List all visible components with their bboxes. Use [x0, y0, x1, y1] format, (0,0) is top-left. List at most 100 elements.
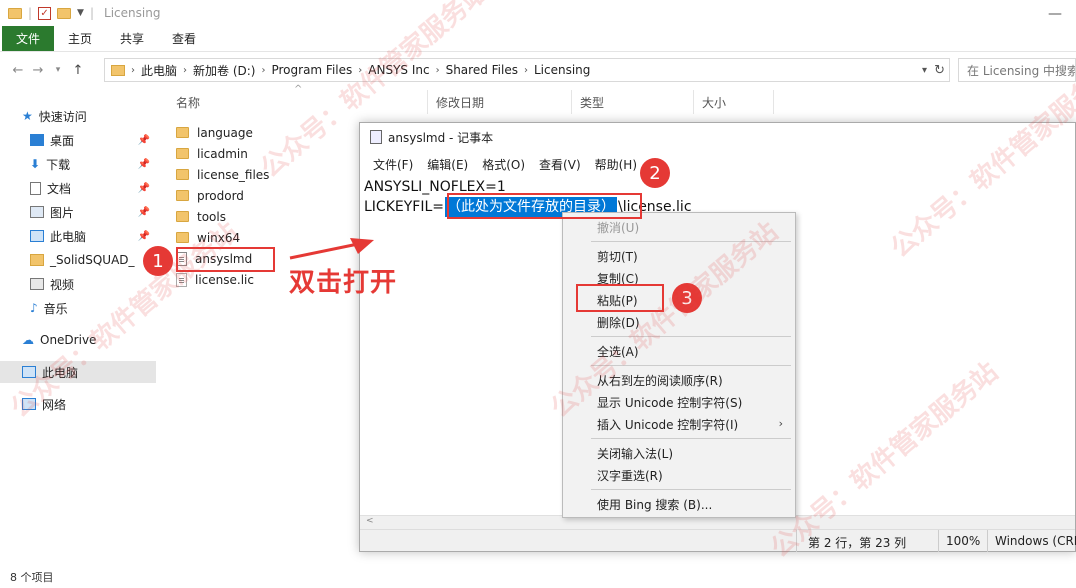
- pin-icon[interactable]: 📌: [138, 159, 150, 170]
- list-item[interactable]: license_files: [176, 164, 269, 185]
- nav-onedrive[interactable]: ☁ OneDrive: [22, 329, 156, 351]
- column-header-type[interactable]: 类型: [572, 90, 694, 114]
- minimize-icon[interactable]: —: [1048, 6, 1062, 22]
- column-header-date[interactable]: 修改日期: [428, 90, 572, 114]
- notepad-icon: [370, 130, 382, 144]
- chevron-right-icon[interactable]: ›: [131, 65, 135, 76]
- nav-downloads[interactable]: ⬇ 下载 📌: [30, 153, 156, 175]
- menu-item-close-ime[interactable]: 关闭输入法(L): [597, 443, 673, 463]
- breadcrumb-ansys-inc[interactable]: ANSYS Inc: [368, 63, 429, 77]
- list-item[interactable]: tools: [176, 206, 226, 227]
- notepad-status-bar: 第 2 行，第 23 列 100% Windows (CRLF): [360, 529, 1076, 552]
- nav-network[interactable]: 网络: [22, 393, 156, 415]
- breadcrumb-licensing[interactable]: Licensing: [534, 63, 590, 77]
- highlight-box-ansyslmd: [176, 247, 275, 272]
- breadcrumb-program-files[interactable]: Program Files: [271, 63, 352, 77]
- list-item[interactable]: winx64: [176, 227, 240, 248]
- menu-help[interactable]: 帮助(H): [588, 156, 644, 173]
- address-input[interactable]: › 此电脑 › 新加卷 (D:) › Program Files › ANSYS…: [104, 58, 950, 82]
- pin-icon[interactable]: 📌: [138, 183, 150, 194]
- picture-icon: [30, 206, 44, 218]
- desktop-icon: [30, 134, 44, 146]
- tab-view[interactable]: 查看: [158, 26, 210, 51]
- item-count: 8 个项目: [10, 571, 54, 584]
- breadcrumb-drive-d[interactable]: 新加卷 (D:): [193, 62, 255, 79]
- folder-icon: [8, 7, 22, 19]
- menu-separator: [591, 489, 791, 490]
- menu-item-reconversion[interactable]: 汉字重选(R): [597, 465, 663, 485]
- zoom-level: 100%: [946, 534, 981, 548]
- menu-item-cut[interactable]: 剪切(T): [597, 246, 638, 266]
- folder-icon: [176, 169, 189, 180]
- menu-separator: [591, 241, 791, 242]
- nav-music[interactable]: ♪ 音乐: [30, 297, 156, 319]
- chevron-right-icon[interactable]: ›: [183, 65, 187, 76]
- pin-icon[interactable]: 📌: [138, 135, 150, 146]
- menu-item-undo[interactable]: 撤消(U): [597, 217, 639, 237]
- refresh-icon[interactable]: ↻: [934, 63, 945, 78]
- list-item[interactable]: language: [176, 122, 253, 143]
- breadcrumb-this-pc[interactable]: 此电脑: [141, 62, 177, 79]
- folder-icon: [176, 148, 189, 159]
- divider: [987, 530, 988, 552]
- menu-item-select-all[interactable]: 全选(A): [597, 341, 639, 361]
- nav-solidsquad[interactable]: _SolidSQUAD_: [30, 249, 156, 271]
- cloud-icon: ☁: [22, 333, 34, 347]
- nav-videos[interactable]: 视频: [30, 273, 156, 295]
- recent-dropdown-icon[interactable]: ▾: [48, 65, 68, 75]
- ribbon: 文件 主页 共享 查看: [0, 26, 1076, 52]
- menu-item-insert-unicode[interactable]: 插入 Unicode 控制字符(I): [597, 414, 738, 434]
- list-item[interactable]: prodord: [176, 185, 244, 206]
- menu-item-bing-search[interactable]: 使用 Bing 搜索 (B)...: [597, 494, 712, 514]
- list-item[interactable]: license.lic: [176, 269, 254, 290]
- breadcrumb-shared-files[interactable]: Shared Files: [446, 63, 518, 77]
- nav-quick-access[interactable]: ★ 快速访问: [22, 105, 156, 127]
- step-badge-2: 2: [640, 158, 670, 188]
- new-folder-icon[interactable]: [57, 7, 72, 19]
- tab-file[interactable]: 文件: [2, 26, 55, 51]
- chevron-right-icon[interactable]: ›: [436, 65, 440, 76]
- chevron-right-icon[interactable]: ›: [358, 65, 362, 76]
- search-input[interactable]: 在 Licensing 中搜索: [958, 58, 1076, 82]
- folder-icon: [30, 254, 44, 266]
- menu-item-delete[interactable]: 删除(D): [597, 312, 640, 332]
- nav-this-pc-quick[interactable]: 此电脑 📌: [30, 225, 156, 247]
- nav-pictures[interactable]: 图片 📌: [30, 201, 156, 223]
- nav-documents[interactable]: 文档 📌: [30, 177, 156, 199]
- instruction-label: 双击打开: [289, 268, 398, 298]
- column-header-name[interactable]: 名称 ^: [168, 84, 428, 114]
- chevron-left-icon[interactable]: <: [366, 516, 374, 526]
- menu-item-show-unicode[interactable]: 显示 Unicode 控制字符(S): [597, 392, 742, 412]
- nav-desktop[interactable]: 桌面 📌: [30, 129, 156, 151]
- pin-icon[interactable]: 📌: [138, 231, 150, 242]
- pin-icon[interactable]: 📌: [138, 207, 150, 218]
- title-bar: | ✓ ▼ | Licensing —: [0, 0, 1076, 26]
- navigation-pane: ★ 快速访问 桌面 📌 ⬇ 下载 📌 文档 📌 图片 📌 此电脑 📌 _Soli…: [0, 90, 160, 560]
- step-badge-3: 3: [672, 283, 702, 313]
- column-header-size[interactable]: 大小: [694, 90, 774, 114]
- cursor-position: 第 2 行，第 23 列: [808, 536, 907, 550]
- step-badge-1: 1: [143, 246, 173, 276]
- forward-icon[interactable]: →: [28, 63, 48, 78]
- highlight-box-paste: [576, 284, 664, 312]
- chevron-right-icon: ›: [778, 417, 783, 430]
- up-icon[interactable]: ↑: [68, 63, 88, 78]
- menu-format[interactable]: 格式(O): [475, 156, 532, 173]
- tab-home[interactable]: 主页: [54, 26, 106, 51]
- chevron-right-icon[interactable]: ›: [261, 65, 265, 76]
- menu-edit[interactable]: 编辑(E): [420, 156, 475, 173]
- address-dropdown-icon[interactable]: ▾: [922, 65, 927, 76]
- menu-separator: [591, 365, 791, 366]
- computer-icon: [30, 230, 44, 242]
- menu-view[interactable]: 查看(V): [532, 156, 588, 173]
- quick-access-dropdown-icon[interactable]: ▼: [77, 8, 84, 18]
- tab-share[interactable]: 共享: [106, 26, 158, 51]
- download-icon: ⬇: [30, 157, 41, 171]
- chevron-right-icon[interactable]: ›: [524, 65, 528, 76]
- nav-this-pc[interactable]: 此电脑: [0, 361, 156, 383]
- properties-icon[interactable]: ✓: [38, 6, 52, 20]
- back-icon[interactable]: ←: [8, 63, 28, 78]
- list-item[interactable]: licadmin: [176, 143, 248, 164]
- menu-file[interactable]: 文件(F): [366, 156, 420, 173]
- menu-item-rtl[interactable]: 从右到左的阅读顺序(R): [597, 370, 723, 390]
